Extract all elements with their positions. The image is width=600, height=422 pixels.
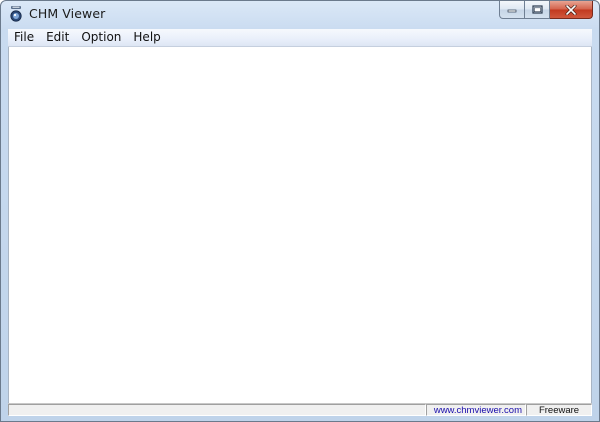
- app-window: CHM Viewer File Edit Option Help www.chm…: [0, 0, 600, 422]
- menu-bar: File Edit Option Help: [8, 29, 592, 47]
- maximize-icon: [531, 5, 543, 14]
- minimize-button[interactable]: [499, 1, 525, 19]
- window-bottom-border[interactable]: [1, 416, 599, 421]
- maximize-button[interactable]: [525, 1, 550, 19]
- minimize-icon: [507, 9, 517, 12]
- title-bar[interactable]: CHM Viewer: [1, 1, 599, 29]
- menu-file[interactable]: File: [8, 29, 40, 46]
- close-button[interactable]: [550, 1, 593, 19]
- close-icon: [565, 4, 577, 15]
- menu-option[interactable]: Option: [75, 29, 127, 46]
- caption-buttons: [499, 1, 593, 20]
- status-main-pane: [8, 404, 426, 416]
- license-label: Freeware: [526, 404, 592, 416]
- menu-edit[interactable]: Edit: [40, 29, 75, 46]
- chm-viewer-icon: [10, 6, 22, 22]
- document-area[interactable]: [8, 47, 592, 403]
- status-bar: www.chmviewer.com Freeware: [8, 403, 592, 416]
- website-link[interactable]: www.chmviewer.com: [426, 404, 526, 416]
- window-title: CHM Viewer: [29, 6, 106, 21]
- menu-help[interactable]: Help: [127, 29, 166, 46]
